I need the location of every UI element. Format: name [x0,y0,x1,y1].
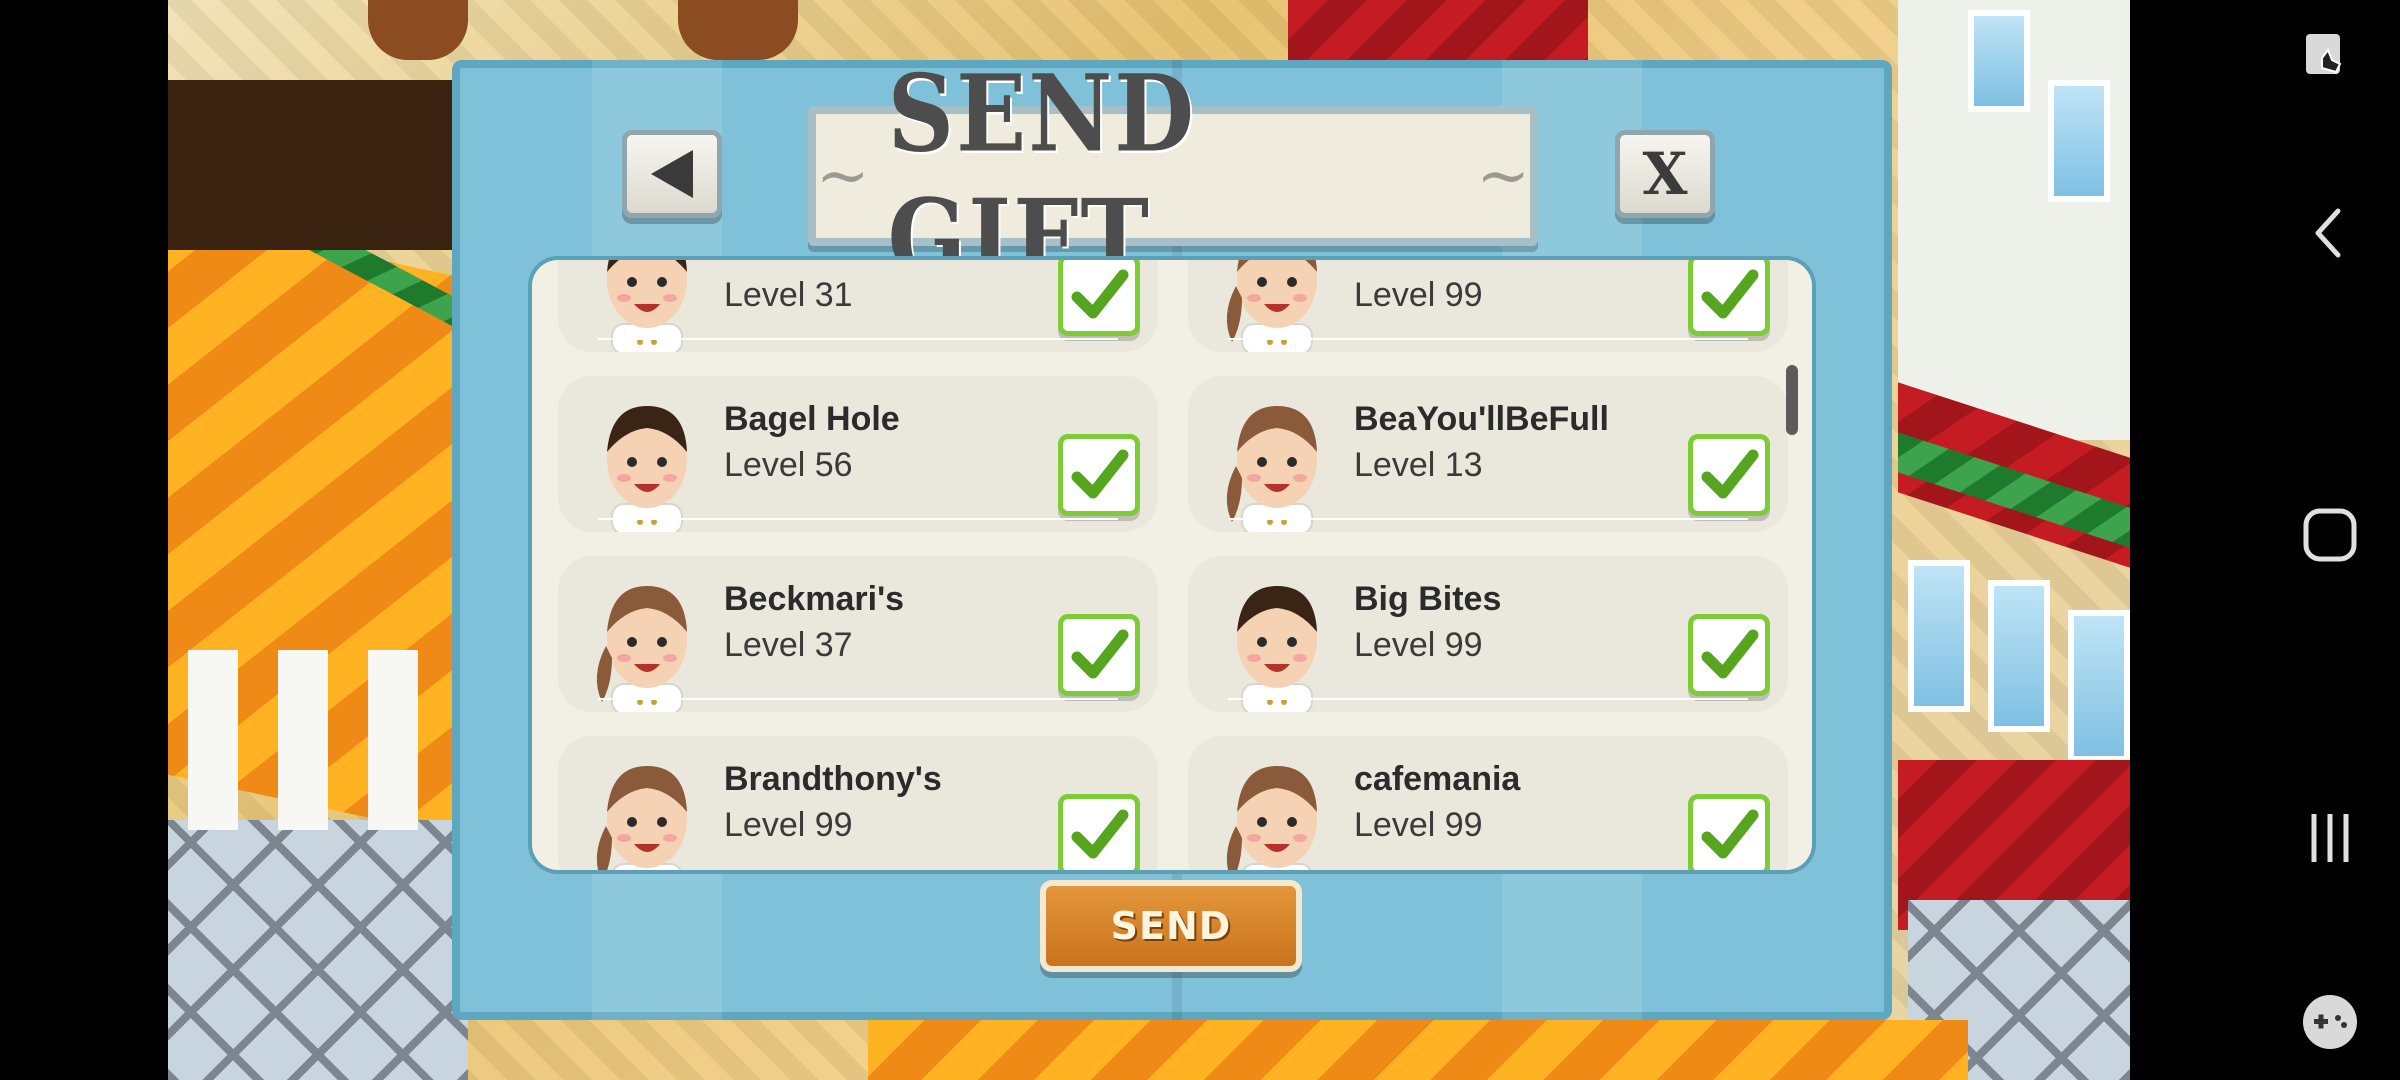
friend-card[interactable]: Big Bites Level 99 [1188,556,1788,715]
chef-avatar-icon [584,386,709,535]
recents-icon[interactable] [2300,808,2360,868]
close-button[interactable]: X [1615,130,1715,218]
back-icon[interactable] [2300,203,2360,263]
building-window-2 [2048,80,2110,202]
game-tools-icon[interactable] [2300,992,2360,1052]
friend-card[interactable]: Bagel Hole Level 56 [558,376,1158,535]
checkmark-icon [1071,449,1129,499]
chef-avatar-icon [1214,386,1339,535]
barrel-right [678,0,798,60]
friend-name: Brandthony's [724,760,942,798]
checkmark-icon [1071,269,1129,319]
chef-avatar-icon [584,746,709,870]
checkmark-icon [1701,629,1759,679]
swirl-right-icon: ~ [1476,139,1530,213]
home-icon[interactable] [2300,505,2360,565]
chef-avatar-icon [1214,746,1339,870]
friend-name: cafemania [1354,760,1521,798]
friend-name: Big Bites [1354,580,1502,618]
select-checkbox[interactable] [1058,260,1140,336]
barrel-left [368,0,468,60]
friend-level: Level 37 [724,626,853,664]
swirl-left-icon: ~ [816,139,870,213]
checkmark-icon [1701,269,1759,319]
tables-bottom [868,1020,1968,1080]
friend-level: Level 31 [724,276,853,314]
glass-floor [168,820,468,1080]
close-icon: X [1642,140,1688,208]
friend-name: Bagel Hole [724,400,900,438]
building-window-5 [2068,610,2130,762]
friend-card[interactable]: cafemania Level 99 [1188,736,1788,870]
select-checkbox[interactable] [1688,434,1770,516]
friend-level: Level 99 [1354,806,1483,844]
checkmark-icon [1701,449,1759,499]
chef-avatar-icon [584,260,709,355]
select-checkbox[interactable] [1058,794,1140,870]
friend-name: BeaYou'llBeFull [1354,400,1609,438]
building-window-3 [1908,560,1970,712]
title-plate: ~ SEND GIFT ~ [808,52,1538,300]
screenshot-edit-icon[interactable] [2300,28,2360,88]
friend-card[interactable]: Level 31 [558,260,1158,355]
friend-card[interactable]: Level 99 [1188,260,1788,355]
chef-avatar-icon [1214,260,1339,355]
chef-avatar-icon [584,566,709,715]
select-checkbox[interactable] [1688,614,1770,696]
checkmark-icon [1701,809,1759,859]
friend-card[interactable]: Brandthony's Level 99 [558,736,1158,870]
send-button[interactable]: SEND [1040,880,1302,972]
white-chairs [188,650,458,830]
friend-level: Level 99 [1354,276,1483,314]
scrollbar[interactable] [1786,365,1798,435]
send-gift-dialog: ~ SEND GIFT ~ X Level 31 Level 99 Bagel Ho… [452,52,1892,1020]
friend-card[interactable]: BeaYou'llBeFull Level 13 [1188,376,1788,535]
select-checkbox[interactable] [1688,794,1770,870]
food-counter [168,80,458,250]
building-window-4 [1988,580,2050,732]
friend-level: Level 13 [1354,446,1483,484]
building-window-1 [1968,10,2030,112]
friend-card[interactable]: Beckmari's Level 37 [558,556,1158,715]
select-checkbox[interactable] [1058,434,1140,516]
friend-level: Level 99 [724,806,853,844]
select-checkbox[interactable] [1058,614,1140,696]
checkmark-icon [1071,809,1129,859]
back-arrow-icon [651,150,693,198]
friend-name: Beckmari's [724,580,905,618]
chef-avatar-icon [1214,566,1339,715]
friend-level: Level 56 [724,446,853,484]
send-button-label: SEND [1110,904,1232,948]
select-checkbox[interactable] [1688,260,1770,336]
back-button[interactable] [622,130,722,218]
friend-level: Level 99 [1354,626,1483,664]
checkmark-icon [1071,629,1129,679]
friend-list[interactable]: Level 31 Level 99 Bagel Hole Level 56 BeaYou… [532,260,1812,870]
